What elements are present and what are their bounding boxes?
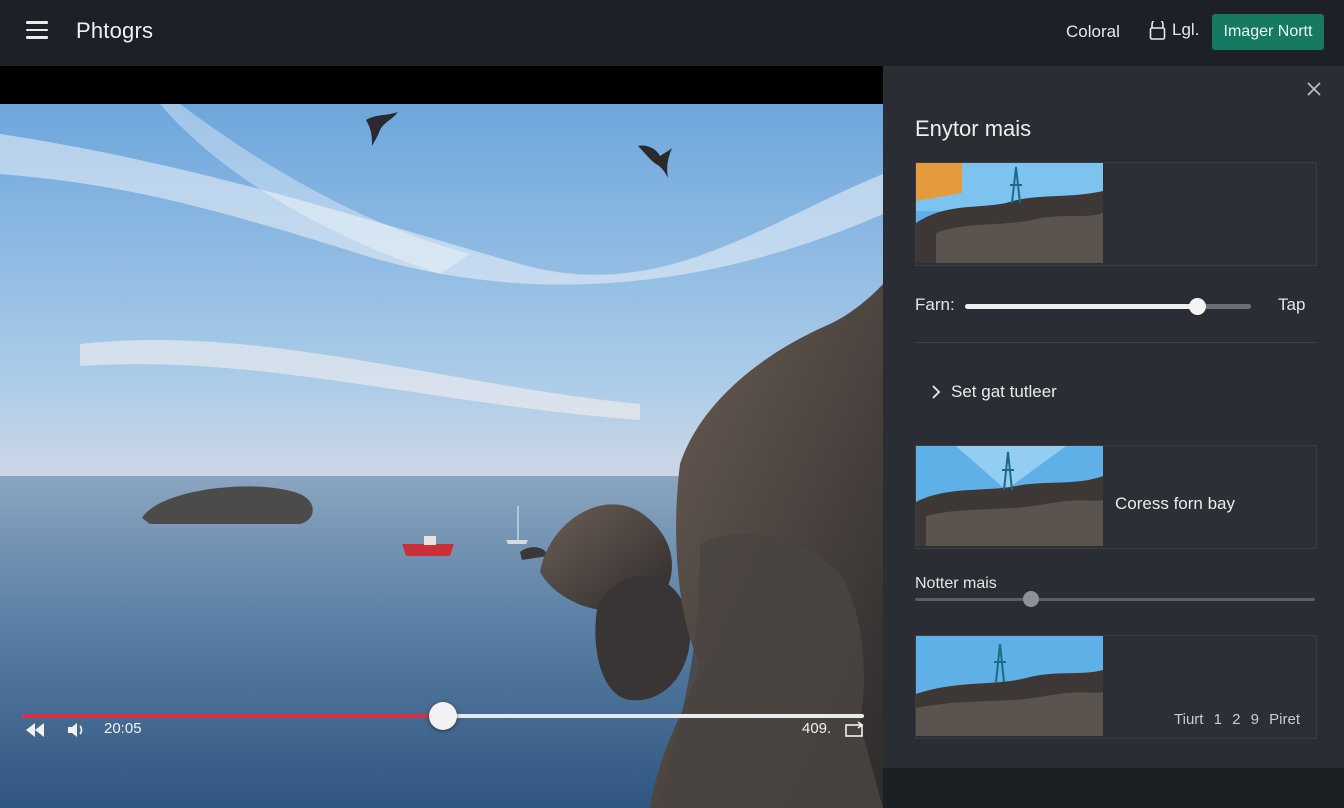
media-thumbnail — [916, 446, 1103, 546]
farn-slider-right-label: Tap — [1278, 295, 1306, 314]
volume-icon[interactable] — [66, 721, 88, 739]
nav-link[interactable]: Coloral — [1066, 22, 1120, 42]
farn-slider: Farn: Tap — [915, 294, 1317, 318]
notter-slider-label: Notter mais — [915, 575, 997, 592]
media-card-2[interactable]: Coress forn bay — [915, 445, 1317, 549]
duration: 409. — [802, 720, 832, 737]
login-icon — [1149, 20, 1166, 40]
brand-title[interactable]: Phtogrs — [76, 18, 153, 44]
pagination-text: Tiurt 1 2 9 Piret — [1174, 711, 1300, 728]
video-player[interactable]: 20:05 409. — [0, 66, 883, 808]
side-panel: Enytor mais Farn: Tap Set gat tutleer Co… — [883, 66, 1344, 768]
media-thumbnail — [916, 163, 1103, 263]
hamburger-menu-icon[interactable] — [26, 21, 50, 43]
login-label: Lgl. — [1172, 20, 1200, 39]
panel-title: Enytor mais — [915, 116, 1032, 141]
cta-button[interactable]: Imager Nortt — [1212, 14, 1324, 50]
farn-slider-fill — [965, 304, 1197, 309]
current-time: 20:05 — [104, 720, 142, 737]
top-bar: Phtogrs Coloral Lgl. Imager Nortt — [0, 0, 1344, 66]
divider — [915, 342, 1317, 343]
fullscreen-icon[interactable] — [844, 721, 864, 739]
expander-label: Set gat tutleer — [951, 382, 1057, 401]
set-gat-expander[interactable]: Set gat tutleer — [931, 382, 1057, 402]
farn-slider-label: Farn: — [915, 295, 955, 314]
login-link[interactable]: Lgl. — [1149, 20, 1199, 40]
farn-slider-knob[interactable] — [1188, 298, 1206, 315]
media-card-1[interactable] — [915, 162, 1317, 266]
notter-slider-knob[interactable] — [1023, 591, 1039, 607]
media-card-3[interactable]: Tiurt 1 2 9 Piret — [915, 635, 1317, 739]
progress-fill — [22, 714, 443, 718]
chevron-right-icon — [932, 385, 941, 399]
media-card-2-label: Coress forn bay — [1115, 494, 1235, 513]
progress-knob[interactable] — [429, 702, 457, 730]
notter-slider-track[interactable] — [915, 598, 1315, 601]
media-thumbnail — [916, 636, 1103, 736]
rewind-icon[interactable] — [24, 721, 46, 739]
close-icon[interactable] — [1305, 80, 1323, 98]
